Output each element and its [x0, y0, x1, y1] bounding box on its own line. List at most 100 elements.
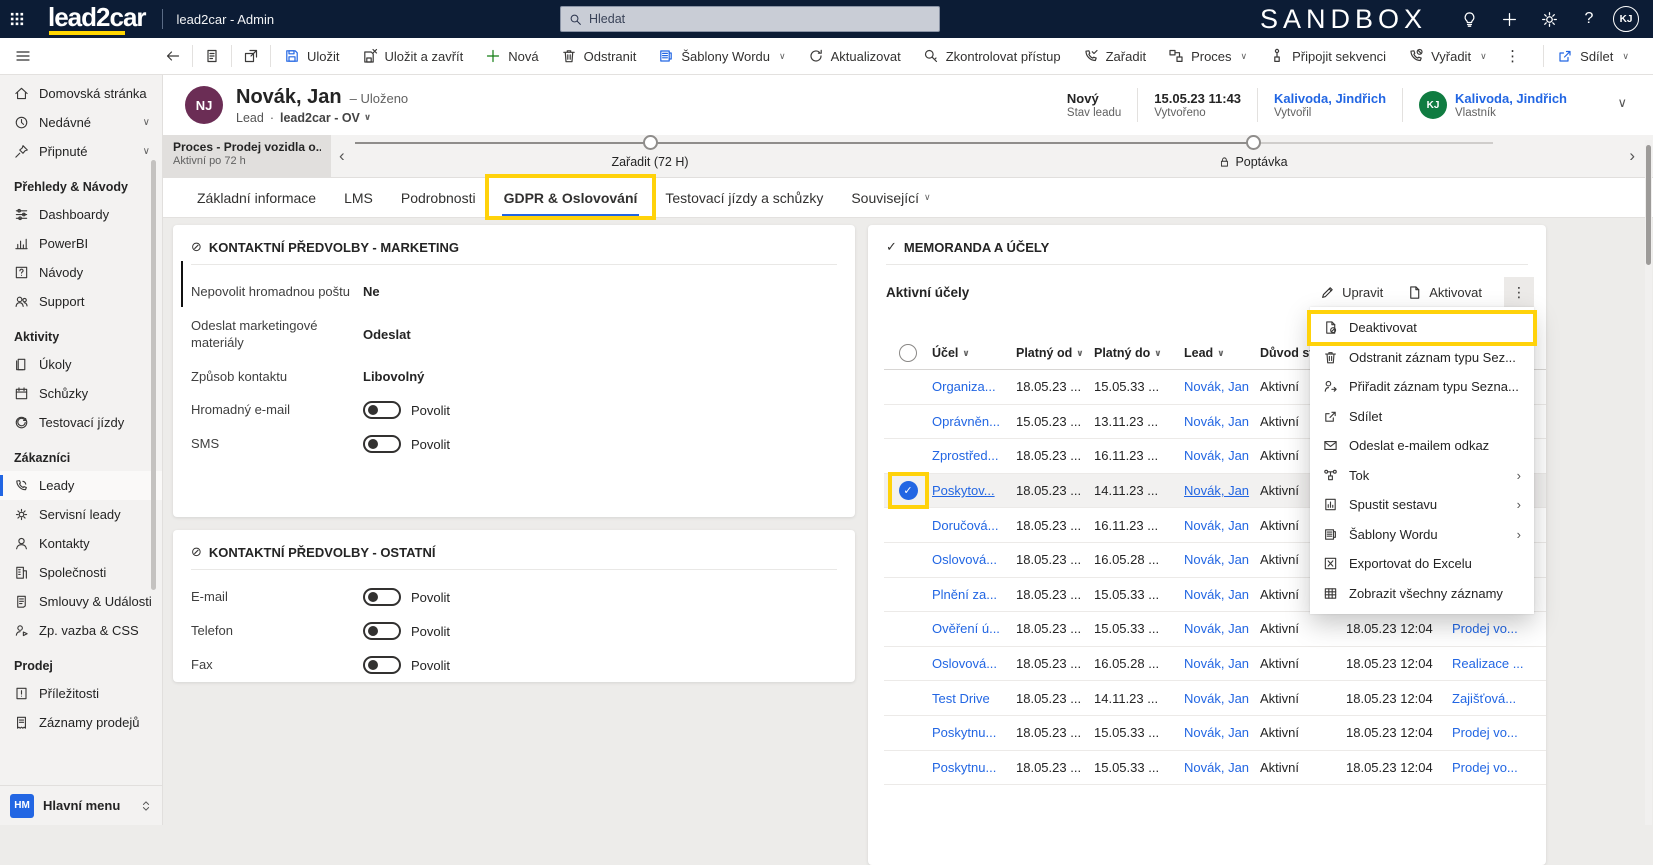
sidebar-scrollbar-thumb[interactable] [151, 160, 156, 590]
sidebar-item-test-drives[interactable]: Testovací jízdy [0, 408, 162, 437]
cell-lead[interactable]: Novák, Jan [1184, 414, 1260, 429]
table-row[interactable]: Poskytnu...18.05.23 ...15.05.33 ...Novák… [884, 751, 1546, 786]
menu-item-share[interactable]: Sdílet [1310, 402, 1534, 432]
cell-lead[interactable]: Novák, Jan [1184, 725, 1260, 740]
cell-lead[interactable]: Novák, Jan [1184, 483, 1260, 498]
cell-ucel[interactable]: Poskytnu... [932, 725, 1016, 740]
settings-gear-button[interactable] [1529, 0, 1569, 38]
process-stage-dot-zaradit[interactable] [643, 135, 658, 150]
command-dequeue[interactable]: Vyřadit∨ [1397, 38, 1498, 74]
sidebar-item-pinned[interactable]: Připnuté∨ [0, 137, 162, 166]
menu-item-email-link[interactable]: Odeslat e-mailem odkaz [1310, 431, 1534, 461]
column-header-3[interactable]: Platný do∨ [1094, 346, 1184, 360]
column-header-2[interactable]: Platný od∨ [1016, 346, 1094, 360]
cell-lead[interactable]: Novák, Jan [1184, 518, 1260, 533]
toggle-switch[interactable] [363, 435, 401, 453]
sidebar-item-leads[interactable]: Leady [0, 471, 162, 500]
process-scroll-right-chevron[interactable]: › [1629, 147, 1635, 164]
toggle-control[interactable]: Povolit [363, 622, 450, 640]
cell-ucel[interactable]: Ověření ú... [932, 621, 1016, 636]
cell-lead[interactable]: Novák, Jan [1184, 621, 1260, 636]
back-button[interactable] [156, 38, 190, 75]
share-button[interactable]: Sdílet ∨ [1546, 38, 1653, 74]
commandbar-overflow-button[interactable]: ⋮ [1498, 47, 1528, 65]
menu-item-deactivate[interactable]: Deaktivovat [1310, 313, 1534, 343]
table-row[interactable]: Oslovová...18.05.23 ...16.05.28 ...Novák… [884, 647, 1546, 682]
activate-button[interactable]: Aktivovat [1397, 280, 1492, 305]
cell-lead[interactable]: Novák, Jan [1184, 587, 1260, 602]
table-row[interactable]: Test Drive18.05.23 ...14.11.23 ...Novák,… [884, 681, 1546, 716]
app-title[interactable]: lead2car - Admin [177, 12, 275, 27]
field-value[interactable]: Libovolný [363, 369, 424, 384]
cell-proces[interactable]: Realizace ... [1452, 656, 1546, 671]
cell-ucel[interactable]: Zprostřed... [932, 448, 1016, 463]
toggle-control[interactable]: Povolit [363, 588, 450, 606]
tab-souvisej-c-[interactable]: Související∨ [837, 178, 944, 217]
cell-proces[interactable]: Prodej vo... [1452, 725, 1546, 740]
toggle-control[interactable]: Povolit [363, 401, 450, 419]
cell-lead[interactable]: Novák, Jan [1184, 552, 1260, 567]
cell-ucel[interactable]: Poskytov... [932, 483, 1016, 498]
toggle-switch[interactable] [363, 588, 401, 606]
command-delete[interactable]: Odstranit [550, 38, 648, 74]
form-notes-button[interactable] [195, 38, 229, 75]
command-connect-sequence[interactable]: Připojit sekvenci [1258, 38, 1397, 74]
edit-button[interactable]: Upravit [1310, 280, 1393, 305]
sitemap-toggle-button[interactable] [0, 38, 46, 75]
header-field-value[interactable]: Kalivoda, Jindřich [1274, 91, 1386, 106]
tab-gdpr-oslovov-n-[interactable]: GDPR & Oslovování [490, 178, 652, 217]
cell-lead[interactable]: Novák, Jan [1184, 656, 1260, 671]
cell-lead[interactable]: Novák, Jan [1184, 448, 1260, 463]
brand-logo[interactable]: lead2car [48, 4, 146, 35]
process-scroll-left-chevron[interactable]: ‹ [339, 147, 345, 164]
menu-item-flow[interactable]: Tok› [1310, 461, 1534, 491]
command-process[interactable]: Proces∨ [1157, 38, 1258, 74]
sidebar-item-dashboards[interactable]: Dashboardy [0, 200, 162, 229]
sidebar-item-tasks[interactable]: Úkoly [0, 350, 162, 379]
menu-item-delete-record[interactable]: Odstranit záznam typu Sez... [1310, 343, 1534, 373]
process-stage-label[interactable]: Poptávka [1218, 155, 1287, 169]
sidebar-item-opportunities[interactable]: Příležitosti [0, 679, 162, 708]
cell-lead[interactable]: Novák, Jan [1184, 379, 1260, 394]
sidebar-item-companies[interactable]: Společnosti [0, 558, 162, 587]
column-header-1[interactable]: Účel∨ [932, 346, 1016, 360]
process-stage-dot-poptavka[interactable] [1246, 135, 1261, 150]
app-launcher-waffle-icon[interactable] [0, 0, 34, 38]
tab-z-kladn-informace[interactable]: Základní informace [183, 178, 330, 217]
column-header-4[interactable]: Lead∨ [1184, 346, 1260, 360]
field-value[interactable]: Ne [363, 284, 380, 299]
menu-item-export-excel[interactable]: Exportovat do Excelu [1310, 549, 1534, 579]
command-save-close[interactable]: Uložit a zavřít [351, 38, 475, 74]
field-value[interactable]: Odeslat [363, 327, 411, 342]
search-input[interactable] [589, 12, 931, 26]
cell-lead[interactable]: Novák, Jan [1184, 760, 1260, 775]
menu-item-assign-record[interactable]: Přiřadit záznam typu Sezna... [1310, 372, 1534, 402]
process-stage-box[interactable]: Proces - Prodej vozidla o... Aktivní po … [163, 135, 331, 178]
user-avatar[interactable]: KJ [1613, 6, 1639, 32]
table-row[interactable]: Ověření ú...18.05.23 ...15.05.33 ...Nová… [884, 612, 1546, 647]
command-check-access[interactable]: Zkontrolovat přístup [912, 38, 1072, 74]
collapse-header-chevron[interactable]: ∨ [1617, 95, 1627, 111]
row-select-cell[interactable]: ✓ [884, 481, 932, 500]
cell-proces[interactable]: Zajišťová... [1452, 691, 1546, 706]
help-button[interactable]: ? [1569, 0, 1609, 38]
sidebar-item-support[interactable]: Support [0, 287, 162, 316]
command-refresh[interactable]: Aktualizovat [797, 38, 912, 74]
toggle-control[interactable]: Povolit [363, 656, 450, 674]
popout-button[interactable] [234, 38, 268, 75]
menu-item-run-report[interactable]: Spustit sestavu› [1310, 490, 1534, 520]
sidebar-item-powerbi[interactable]: PowerBI [0, 229, 162, 258]
main-scrollbar-thumb[interactable] [1646, 145, 1651, 265]
table-row[interactable]: Poskytnu...18.05.23 ...15.05.33 ...Novák… [884, 716, 1546, 751]
area-switcher[interactable]: HM Hlavní menu [0, 785, 162, 825]
menu-item-show-all[interactable]: Zobrazit všechny záznamy [1310, 579, 1534, 609]
menu-item-word-templates[interactable]: Šablony Wordu› [1310, 520, 1534, 550]
sidebar-item-contracts[interactable]: Smlouvy & Události [0, 587, 162, 616]
cell-ucel[interactable]: Poskytnu... [932, 760, 1016, 775]
toggle-control[interactable]: Povolit [363, 435, 450, 453]
form-selector[interactable]: lead2car - OV∨ [280, 111, 371, 125]
toggle-switch[interactable] [363, 622, 401, 640]
header-field-value[interactable]: Kalivoda, Jindřich [1455, 91, 1567, 106]
tab-lms[interactable]: LMS [330, 178, 387, 217]
cell-ucel[interactable]: Doručová... [932, 518, 1016, 533]
